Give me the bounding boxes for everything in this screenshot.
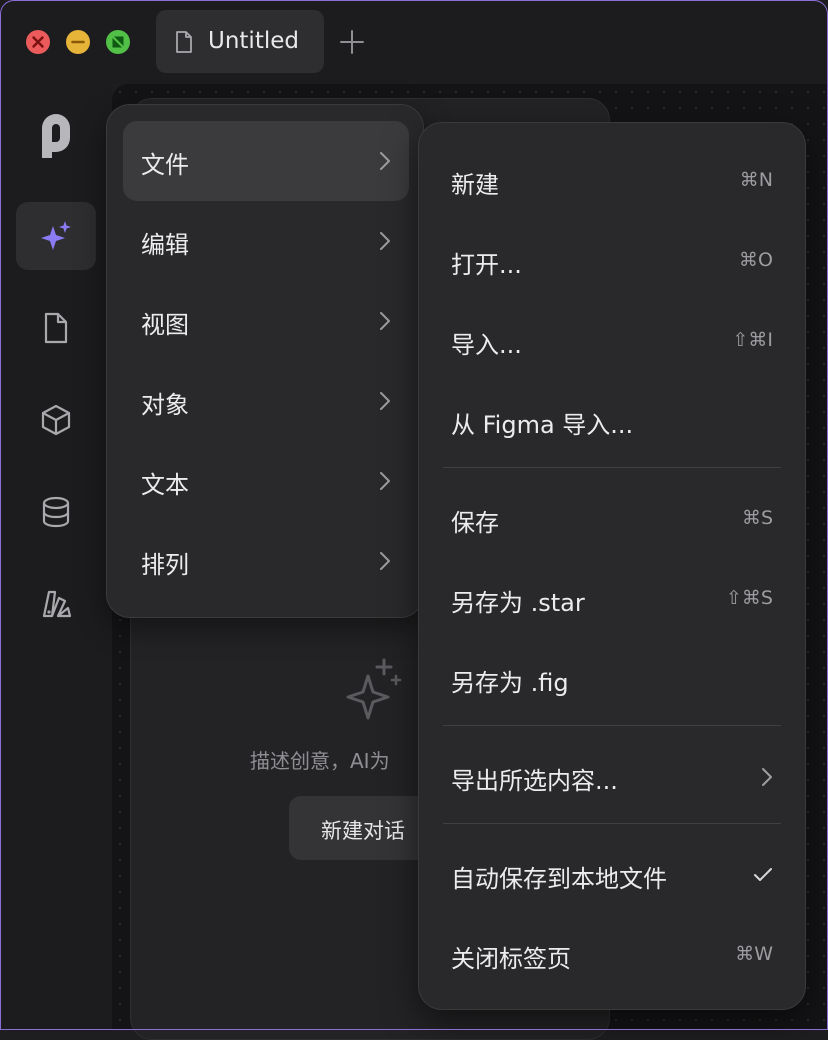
chevron-right-icon xyxy=(380,232,390,250)
shortcut-hint: ⌘O xyxy=(739,249,773,271)
window-minimize-button[interactable] xyxy=(66,30,90,54)
menu-item-label: 文本 xyxy=(141,471,189,499)
submenu-item-autosave-local[interactable]: 自动保存到本地文件 xyxy=(435,835,789,913)
window-close-button[interactable] xyxy=(26,30,50,54)
document-icon xyxy=(176,31,192,53)
submenu-item-save-as-fig[interactable]: 另存为 .fig xyxy=(435,639,789,717)
chevron-right-icon xyxy=(380,552,390,570)
submenu-item-import[interactable]: 导入... ⇧⌘I xyxy=(435,301,789,379)
shortcut-hint: ⌘S xyxy=(741,507,773,529)
rail-item-components[interactable] xyxy=(16,386,96,454)
submenu-item-label: 打开... xyxy=(451,251,522,279)
submenu-item-close-tab[interactable]: 关闭标签页 ⌘W xyxy=(435,915,789,993)
menu-item-label: 对象 xyxy=(141,391,189,419)
file-submenu: 新建 ⌘N 打开... ⌘O 导入... ⇧⌘I 从 Figma 导入... 保… xyxy=(418,122,806,1010)
title-bar: Untitled xyxy=(0,0,828,84)
submenu-item-label: 从 Figma 导入... xyxy=(451,411,634,439)
chevron-right-icon xyxy=(380,392,390,410)
submenu-item-save-as-star[interactable]: 另存为 .star ⇧⌘S xyxy=(435,559,789,637)
submenu-item-label: 保存 xyxy=(451,509,499,537)
submenu-item-label: 自动保存到本地文件 xyxy=(451,865,667,893)
shortcut-hint: ⌘W xyxy=(735,943,773,965)
swatches-icon xyxy=(42,590,72,618)
ai-sparkle-icon xyxy=(346,658,402,720)
menu-item-label: 视图 xyxy=(141,311,189,339)
menu-item-label: 编辑 xyxy=(141,231,189,259)
rail-item-ai[interactable] xyxy=(16,202,96,270)
chevron-right-icon xyxy=(380,472,390,490)
menu-item-view[interactable]: 视图 xyxy=(123,281,409,361)
shortcut-hint: ⌘N xyxy=(739,169,773,191)
maximize-icon xyxy=(112,36,124,48)
empty-state-hint: 描述创意，AI为 xyxy=(250,749,390,773)
main-menu: 文件 编辑 视图 对象 文本 排列 xyxy=(106,104,424,618)
rail-item-data[interactable] xyxy=(16,478,96,546)
rail-item-styles[interactable] xyxy=(16,570,96,638)
tab-title: Untitled xyxy=(208,28,299,54)
close-icon xyxy=(32,36,44,48)
submenu-item-label: 另存为 .star xyxy=(451,589,585,617)
submenu-item-label: 导入... xyxy=(451,331,522,359)
menu-item-text[interactable]: 文本 xyxy=(123,441,409,521)
submenu-item-export-selection[interactable]: 导出所选内容... xyxy=(435,737,789,815)
ai-sparkle-icon xyxy=(41,221,71,250)
menu-item-arrange[interactable]: 排列 xyxy=(123,521,409,601)
menu-item-object[interactable]: 对象 xyxy=(123,361,409,441)
menu-divider xyxy=(443,467,781,468)
shortcut-hint: ⇧⌘I xyxy=(732,329,773,351)
submenu-item-save[interactable]: 保存 ⌘S xyxy=(435,479,789,557)
submenu-item-label: 新建 xyxy=(451,171,499,199)
window-maximize-button[interactable] xyxy=(106,30,130,54)
menu-divider xyxy=(443,823,781,824)
menu-divider xyxy=(443,725,781,726)
chevron-right-icon xyxy=(762,768,772,786)
submenu-item-new[interactable]: 新建 ⌘N xyxy=(435,141,789,219)
new-chat-label: 新建对话 xyxy=(321,819,405,843)
rail-item-pages[interactable] xyxy=(16,294,96,362)
menu-item-file[interactable]: 文件 xyxy=(123,121,409,201)
app-logo-icon xyxy=(42,114,70,158)
cube-icon xyxy=(41,404,71,436)
menu-item-label: 文件 xyxy=(141,151,189,179)
submenu-item-label: 另存为 .fig xyxy=(451,669,569,697)
menu-item-label: 排列 xyxy=(141,551,189,579)
chevron-right-icon xyxy=(380,312,390,330)
checkmark-icon xyxy=(754,868,772,881)
submenu-item-label: 关闭标签页 xyxy=(451,945,571,973)
tab-untitled[interactable]: Untitled xyxy=(156,10,324,73)
submenu-item-import-figma[interactable]: 从 Figma 导入... xyxy=(435,381,789,459)
document-icon xyxy=(44,312,68,344)
database-icon xyxy=(42,496,70,528)
minimize-icon xyxy=(71,40,85,44)
chevron-right-icon xyxy=(380,152,390,170)
submenu-item-label: 导出所选内容... xyxy=(451,767,618,795)
shortcut-hint: ⇧⌘S xyxy=(726,587,773,609)
plus-icon[interactable] xyxy=(338,28,366,56)
menu-item-edit[interactable]: 编辑 xyxy=(123,201,409,281)
submenu-item-open[interactable]: 打开... ⌘O xyxy=(435,221,789,299)
